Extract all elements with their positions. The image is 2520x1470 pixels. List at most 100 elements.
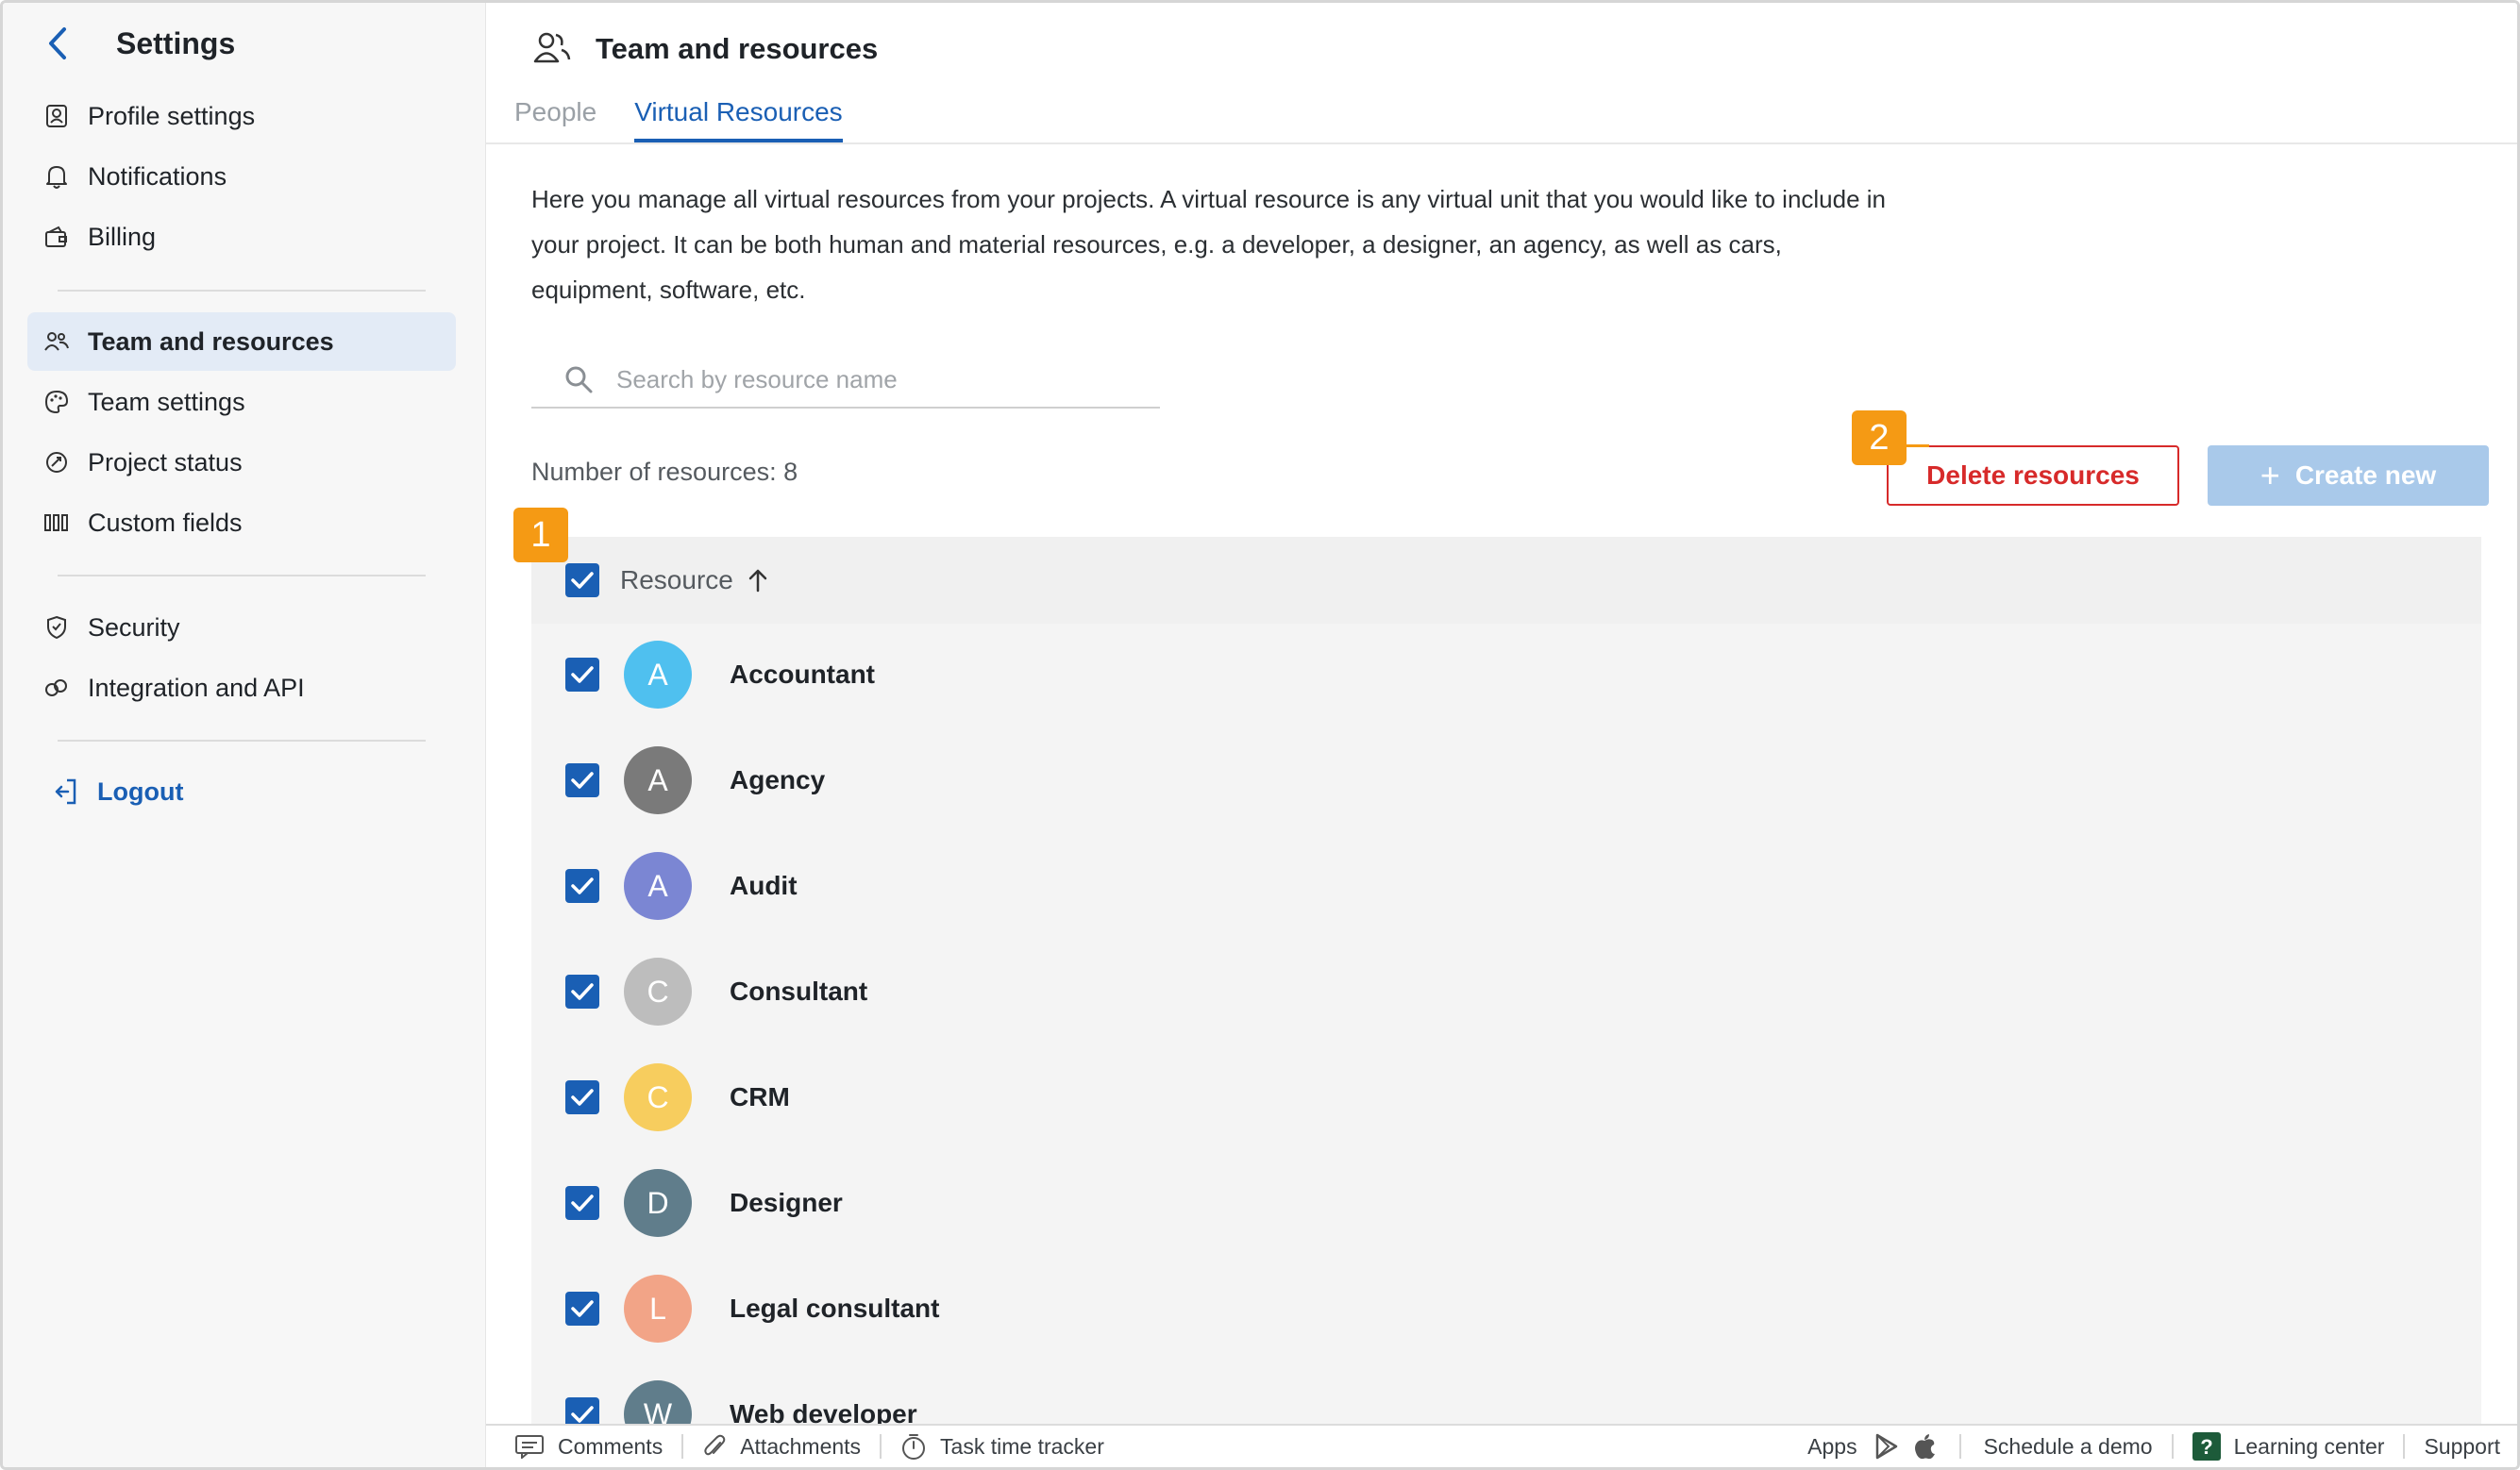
sidebar-title: Settings (116, 25, 236, 60)
row-checkbox[interactable] (565, 1292, 599, 1326)
resource-name[interactable]: Consultant (730, 977, 867, 1007)
resource-name[interactable]: Legal consultant (730, 1294, 939, 1324)
palette-icon (42, 388, 71, 416)
table-header: Resource (531, 537, 2481, 624)
status-icon (42, 448, 71, 476)
table-row[interactable]: A Audit (531, 833, 2481, 939)
logout-icon (52, 777, 80, 806)
row-checkbox[interactable] (565, 975, 599, 1009)
logout-label: Logout (97, 777, 184, 806)
avatar: A (624, 641, 692, 709)
page-title: Team and resources (596, 32, 879, 65)
annotation-line (1907, 444, 1929, 447)
sidebar-item-team-and-resources[interactable]: Team and resources (27, 312, 456, 371)
main-panel: Team and resources People Virtual Resour… (486, 3, 2517, 1467)
table-row[interactable]: A Accountant (531, 622, 2481, 727)
sidebar-item-custom-fields[interactable]: Custom fields (27, 493, 456, 552)
table-row[interactable]: C Consultant (531, 939, 2481, 1044)
resource-name[interactable]: CRM (730, 1082, 790, 1112)
avatar: A (624, 746, 692, 814)
footer-support[interactable]: Support (2424, 1434, 2500, 1460)
footer-learning-center[interactable]: ? Learning center (2192, 1432, 2385, 1461)
search-input[interactable] (616, 364, 1145, 394)
apple-icon[interactable] (1912, 1432, 1937, 1461)
footer-time-tracker[interactable]: Task time tracker (900, 1432, 1104, 1461)
team-icon (533, 31, 571, 68)
footer-bar: Comments Attachments Task time tracker A… (486, 1424, 2517, 1467)
resource-name[interactable]: Designer (730, 1188, 843, 1218)
row-checkbox[interactable] (565, 658, 599, 692)
footer-tracker-label: Task time tracker (940, 1433, 1104, 1459)
resources-table: Resource A Accountant A Agency A Audit C Consul… (531, 537, 2481, 1426)
select-all-checkbox[interactable] (565, 563, 599, 597)
footer-apps-label: Apps (1807, 1433, 1857, 1459)
back-arrow-icon[interactable] (41, 23, 75, 64)
team-icon (42, 327, 71, 356)
search-icon (563, 364, 597, 394)
footer-comments[interactable]: Comments (514, 1434, 663, 1460)
sort-arrow-icon[interactable] (747, 567, 769, 593)
footer-separator (681, 1434, 684, 1459)
table-row[interactable]: A Agency (531, 727, 2481, 833)
footer-attachments[interactable]: Attachments (702, 1433, 861, 1460)
tabs-divider (486, 142, 2517, 144)
resource-name[interactable]: Agency (730, 765, 825, 795)
row-checkbox[interactable] (565, 1080, 599, 1114)
sidebar-item-project-status[interactable]: Project status (27, 433, 456, 492)
shield-icon (42, 613, 71, 642)
sidebar-item-billing[interactable]: Billing (27, 208, 456, 266)
table-row[interactable]: C CRM (531, 1044, 2481, 1150)
sidebar-item-label: Custom fields (88, 508, 243, 537)
row-checkbox[interactable] (565, 1397, 599, 1426)
logout-button[interactable]: Logout (37, 762, 465, 821)
avatar: L (624, 1275, 692, 1343)
table-row[interactable]: L Legal consultant (531, 1256, 2481, 1361)
sidebar-item-label: Team and resources (88, 326, 334, 356)
create-new-button[interactable]: + Create new (2208, 445, 2489, 506)
delete-resources-button[interactable]: Delete resources (1887, 445, 2179, 506)
table-row[interactable]: W Web developer (531, 1361, 2481, 1426)
sidebar-item-integration-and-api[interactable]: Integration and API (27, 659, 456, 717)
sidebar-item-notifications[interactable]: Notifications (27, 147, 456, 206)
bell-icon (42, 162, 71, 191)
app-window: Settings Profile settings Notifications … (0, 0, 2520, 1470)
row-checkbox[interactable] (565, 869, 599, 903)
footer-learning-label: Learning center (2233, 1433, 2385, 1459)
footer-apps[interactable]: Apps (1807, 1432, 1936, 1461)
sidebar-item-label: Security (88, 612, 180, 642)
resource-name[interactable]: Web developer (730, 1399, 917, 1426)
sidebar-item-label: Team settings (88, 387, 245, 416)
table-row[interactable]: D Designer (531, 1150, 2481, 1256)
stopwatch-icon (900, 1432, 927, 1461)
tab-people[interactable]: People (514, 93, 596, 142)
annotation-badge: 2 (1852, 410, 1907, 465)
row-checkbox[interactable] (565, 763, 599, 797)
avatar: C (624, 1063, 692, 1131)
settings-sidebar: Settings Profile settings Notifications … (3, 3, 486, 1467)
footer-separator (880, 1434, 882, 1459)
sidebar-item-label: Notifications (88, 161, 227, 191)
sidebar-divider (58, 740, 426, 742)
sidebar-divider (58, 290, 426, 292)
footer-separator (1958, 1434, 1961, 1459)
avatar: A (624, 852, 692, 920)
create-new-label: Create new (2294, 460, 2437, 490)
svg-text:?: ? (2200, 1435, 2212, 1459)
resource-name[interactable]: Audit (730, 871, 798, 901)
footer-comments-label: Comments (558, 1433, 664, 1459)
sidebar-divider (58, 575, 426, 576)
column-header-resource[interactable]: Resource (620, 565, 733, 595)
sidebar-item-team-settings[interactable]: Team settings (27, 373, 456, 431)
row-checkbox[interactable] (565, 1186, 599, 1220)
columns-icon (42, 509, 71, 537)
footer-schedule-demo[interactable]: Schedule a demo (1984, 1434, 2153, 1460)
resource-count: Number of resources: 8 (531, 458, 798, 486)
sidebar-item-security[interactable]: Security (27, 598, 456, 657)
tab-virtual-resources[interactable]: Virtual Resources (634, 93, 843, 142)
avatar: C (624, 958, 692, 1026)
resource-name[interactable]: Accountant (730, 660, 875, 690)
help-icon: ? (2192, 1432, 2221, 1461)
avatar: W (624, 1380, 692, 1426)
sidebar-item-profile-settings[interactable]: Profile settings (27, 87, 456, 145)
play-store-icon[interactable] (1874, 1433, 1899, 1460)
